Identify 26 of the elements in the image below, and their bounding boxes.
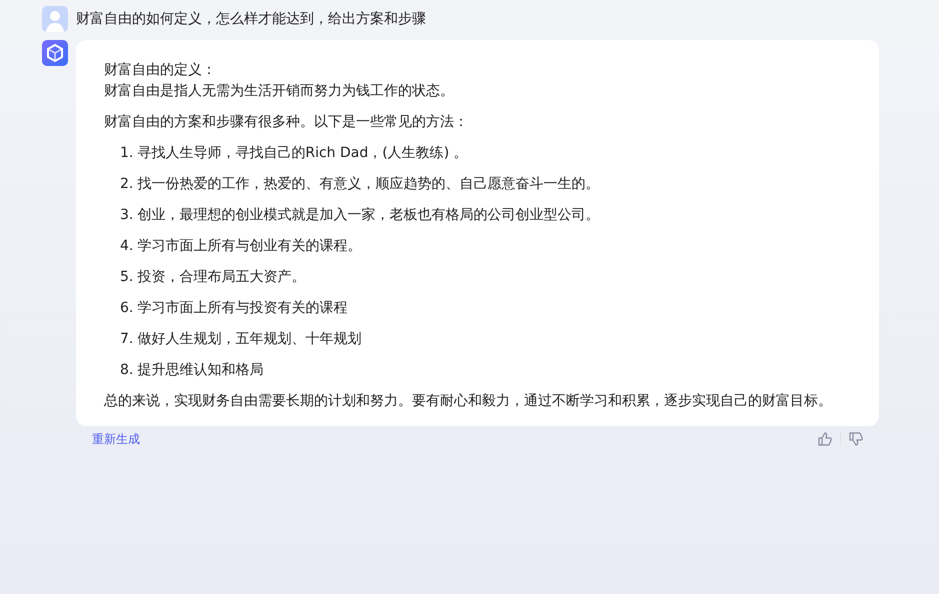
step-number: 7. — [120, 330, 134, 349]
step-text: 寻找人生导师，寻找自己的Rich Dad，(人生教练) 。 — [137, 144, 468, 163]
step-number: 6. — [120, 299, 134, 318]
step-text: 找一份热爱的工作，热爱的、有意义，顺应趋势的、自己愿意奋斗一生的。 — [137, 175, 600, 194]
bot-avatar-icon — [42, 40, 68, 66]
user-avatar-icon — [42, 6, 68, 32]
step-number: 5. — [120, 268, 134, 287]
step-number: 1. — [120, 144, 134, 163]
regenerate-link[interactable]: 重新生成 — [92, 430, 140, 448]
step-number: 2. — [120, 175, 134, 194]
step-text: 创业，最理想的创业模式就是加入一家，老板也有格局的公司创业型公司。 — [137, 206, 600, 225]
answer-heading: 财富自由的定义： — [104, 61, 217, 80]
step-number: 3. — [120, 206, 134, 225]
step-text: 学习市面上所有与投资有关的课程 — [137, 299, 348, 318]
step-text: 投资，合理布局五大资产。 — [137, 268, 306, 287]
conclusion-text: 总的来说，实现财务自由需要长期的计划和努力。要有耐心和毅力，通过不断学习和积累，逐步实现自己的财富目标。 — [104, 392, 833, 411]
answer-text: 财富自由的方案和步骤有很多种。以下是一些常见的方法： — [104, 113, 469, 132]
step-text: 做好人生规划，五年规划、十年规划 — [137, 330, 362, 349]
step-text: 学习市面上所有与创业有关的课程。 — [137, 237, 362, 256]
question-text: 财富自由的如何定义，怎么样才能达到，给出方案和步骤 — [76, 10, 426, 28]
thumbs-down-icon[interactable] — [849, 432, 863, 446]
step-number: 4. — [120, 237, 134, 256]
thumbs-up-icon[interactable] — [818, 432, 832, 446]
step-text: 提升思维认知和格局 — [137, 361, 264, 380]
answer-text: 财富自由是指人无需为生活开销而努力为钱工作的状态。 — [104, 82, 455, 101]
step-number: 8. — [120, 361, 134, 380]
